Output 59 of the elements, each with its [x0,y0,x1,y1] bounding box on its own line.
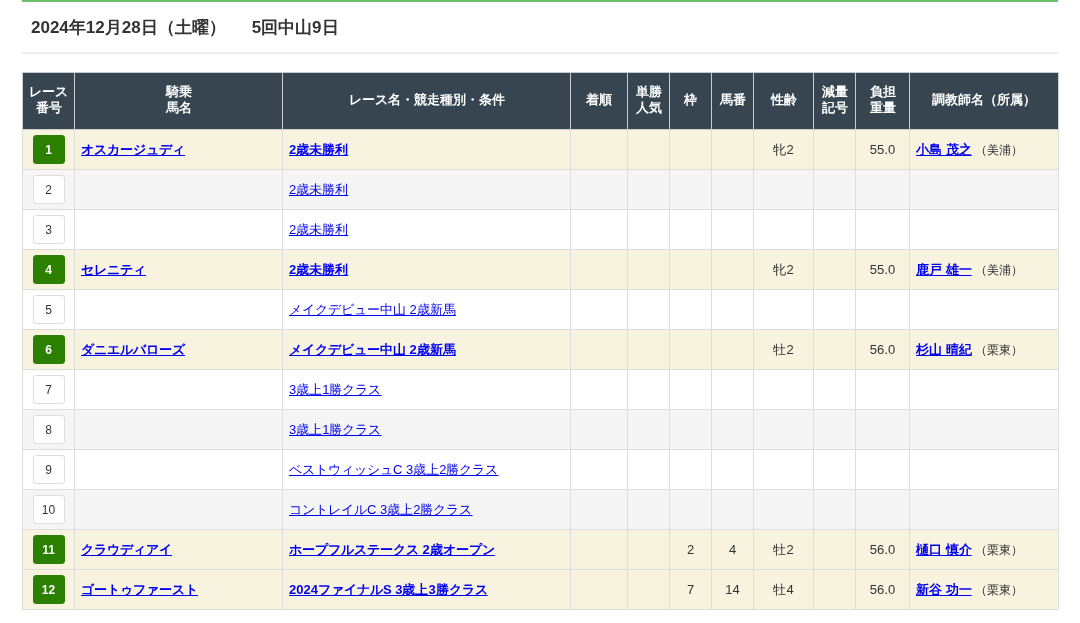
race-name-link[interactable]: 3歳上1勝クラス [289,381,382,397]
race-number[interactable]: 12 [32,575,65,604]
carried-weight: 56.0 [855,329,910,370]
trainer-affiliation: （栗東） [974,342,1023,357]
trainer-link[interactable]: 新谷 功一 [916,581,972,597]
horse-name-link[interactable]: セレニティ [81,261,146,277]
trainer-link[interactable]: 鹿戸 雄一 [916,261,972,277]
horse-name-link[interactable]: オスカージュディ [81,141,185,157]
race-number[interactable]: 6 [32,335,65,364]
carried-weight: 56.0 [855,569,910,610]
sex-age: 牡2 [753,529,814,570]
column-header: レース番号 [22,72,75,130]
column-header: 性齢 [753,72,814,130]
race-number[interactable]: 3 [32,215,65,244]
trainer-link[interactable]: 小島 茂之 [916,141,972,157]
horse-name-link[interactable]: ダニエルバローズ [81,341,185,357]
carried-weight: 56.0 [855,529,910,570]
column-header: 負担重量 [855,72,910,130]
column-header: 単勝人気 [627,72,670,130]
column-header: レース名・競走種別・条件 [282,72,571,130]
trainer-affiliation: （美浦） [974,262,1023,277]
race-number[interactable]: 9 [32,455,65,484]
race-name-link[interactable]: 2歳未勝利 [289,261,349,277]
race-number[interactable]: 5 [32,295,65,324]
trainer-link[interactable]: 樋口 慎介 [916,541,972,557]
race-number[interactable]: 8 [32,415,65,444]
date-heading: 2024年12月28日（土曜） [31,16,226,39]
sex-age: 牝2 [753,249,814,290]
column-header: 枠 [669,72,712,130]
race-number[interactable]: 7 [32,375,65,404]
race-number[interactable]: 10 [32,495,65,524]
carried-weight: 55.0 [855,249,910,290]
horse-number: 4 [711,529,754,570]
race-name-link[interactable]: 2歳未勝利 [289,141,349,157]
column-header: 着順 [570,72,628,130]
sex-age: 牡2 [753,329,814,370]
race-number[interactable]: 4 [32,255,65,284]
frame-number: 7 [669,569,712,610]
race-name-link[interactable]: 2歳未勝利 [289,221,349,237]
frame-number: 2 [669,529,712,570]
trainer-link[interactable]: 杉山 晴紀 [916,341,972,357]
race-name-link[interactable]: 2歳未勝利 [289,181,349,197]
race-number[interactable]: 11 [32,535,65,564]
column-header: 減量記号 [813,72,856,130]
trainer-affiliation: （美浦） [974,142,1023,157]
trainer-affiliation: （栗東） [974,582,1023,597]
race-number[interactable]: 1 [32,135,65,164]
meeting-heading: 5回中山9日 [251,16,339,39]
sex-age: 牡4 [753,569,814,610]
column-header: 馬番 [711,72,754,130]
horse-name-link[interactable]: クラウディアイ [81,541,172,557]
column-header: 調教師名（所属） [909,72,1059,130]
horse-number: 14 [711,569,754,610]
trainer-affiliation: （栗東） [974,542,1023,557]
carried-weight: 55.0 [855,129,910,170]
race-number[interactable]: 2 [32,175,65,204]
sex-age: 牝2 [753,129,814,170]
race-name-link[interactable]: 3歳上1勝クラス [289,421,382,437]
column-header: 騎乗馬名 [74,72,283,130]
